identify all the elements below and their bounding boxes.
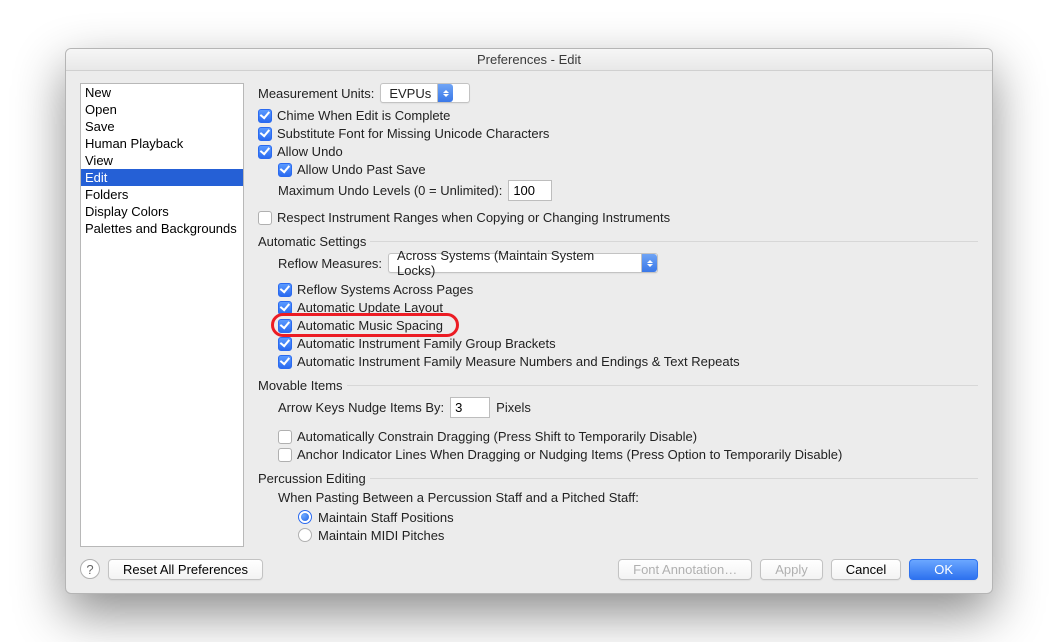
checkbox-icon [258,211,272,225]
allow-undo-past-save-checkbox[interactable]: Allow Undo Past Save [278,162,426,177]
checkbox-icon [278,448,292,462]
nudge-field[interactable] [450,397,490,418]
auto-music-spacing-checkbox[interactable]: Automatic Music Spacing [278,318,443,333]
radio-icon [298,510,312,524]
sidebar-item-display-colors[interactable]: Display Colors [81,203,243,220]
help-icon[interactable]: ? [80,559,100,579]
checkbox-icon [278,163,292,177]
anchor-indicator-checkbox[interactable]: Anchor Indicator Lines When Dragging or … [278,447,842,462]
sidebar-item-view[interactable]: View [81,152,243,169]
substitute-font-checkbox[interactable]: Substitute Font for Missing Unicode Char… [258,126,549,141]
sidebar-item-palettes[interactable]: Palettes and Backgrounds [81,220,243,237]
auto-measure-numbers-checkbox[interactable]: Automatic Instrument Family Measure Numb… [278,354,740,369]
checkbox-icon [258,127,272,141]
sidebar-item-human-playback[interactable]: Human Playback [81,135,243,152]
auto-update-layout-checkbox[interactable]: Automatic Update Layout [278,300,443,315]
nudge-suffix: Pixels [496,400,531,415]
checkbox-icon [278,283,292,297]
sidebar-item-new[interactable]: New [81,84,243,101]
movable-items-header: Movable Items [258,378,978,393]
sidebar-item-open[interactable]: Open [81,101,243,118]
max-undo-field[interactable] [508,180,552,201]
sidebar-item-save[interactable]: Save [81,118,243,135]
paste-between-label: When Pasting Between a Percussion Staff … [278,490,978,505]
ok-button[interactable]: OK [909,559,978,580]
settings-panel: Measurement Units: EVPUs Chime When Edit… [258,83,978,547]
maintain-staff-radio[interactable]: Maintain Staff Positions [298,510,454,525]
checkbox-icon [258,109,272,123]
allow-undo-checkbox[interactable]: Allow Undo [258,144,343,159]
checkbox-icon [258,145,272,159]
window-title: Preferences - Edit [66,49,992,71]
measurement-units-label: Measurement Units: [258,86,374,101]
reflow-measures-label: Reflow Measures: [278,256,382,271]
auto-brackets-checkbox[interactable]: Automatic Instrument Family Group Bracke… [278,336,556,351]
font-annotation-button[interactable]: Font Annotation… [618,559,752,580]
checkbox-icon [278,430,292,444]
checkbox-icon [278,319,292,333]
radio-icon [298,528,312,542]
chime-checkbox[interactable]: Chime When Edit is Complete [258,108,450,123]
checkbox-icon [278,355,292,369]
select-arrows-icon [437,84,453,102]
checkbox-icon [278,301,292,315]
automatic-settings-header: Automatic Settings [258,234,978,249]
reflow-systems-checkbox[interactable]: Reflow Systems Across Pages [278,282,473,297]
category-sidebar: New Open Save Human Playback View Edit F… [80,83,244,547]
respect-ranges-checkbox[interactable]: Respect Instrument Ranges when Copying o… [258,210,670,225]
percussion-editing-header: Percussion Editing [258,471,978,486]
apply-button[interactable]: Apply [760,559,823,580]
auto-constrain-checkbox[interactable]: Automatically Constrain Dragging (Press … [278,429,697,444]
maintain-midi-radio[interactable]: Maintain MIDI Pitches [298,528,444,543]
reflow-measures-select[interactable]: Across Systems (Maintain System Locks) [388,253,658,273]
sidebar-item-edit[interactable]: Edit [81,169,243,186]
preferences-window: Preferences - Edit New Open Save Human P… [65,48,993,594]
checkbox-icon [278,337,292,351]
select-arrows-icon [641,254,657,272]
cancel-button[interactable]: Cancel [831,559,901,580]
content-area: New Open Save Human Playback View Edit F… [66,71,992,555]
sidebar-item-folders[interactable]: Folders [81,186,243,203]
footer: ? Reset All Preferences Font Annotation…… [66,555,992,593]
measurement-units-select[interactable]: EVPUs [380,83,470,103]
reset-all-button[interactable]: Reset All Preferences [108,559,263,580]
nudge-label: Arrow Keys Nudge Items By: [278,400,444,415]
max-undo-label: Maximum Undo Levels (0 = Unlimited): [278,183,502,198]
